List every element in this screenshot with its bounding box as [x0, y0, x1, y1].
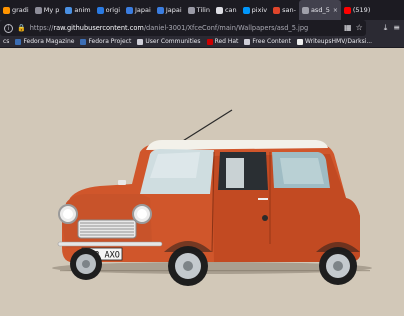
tab-favicon-icon	[343, 6, 351, 14]
toolbar-icons: ⤓ ≡	[384, 23, 400, 33]
tab-7[interactable]: can	[213, 0, 240, 20]
bookmark-label: Red Hat	[214, 38, 239, 45]
bookmark-item[interactable]: User Communities	[134, 38, 203, 45]
tab-2[interactable]: anim	[62, 0, 93, 20]
bookmark-item[interactable]: Red Hat	[204, 38, 242, 45]
url-actions: ▦ ☆	[344, 23, 363, 32]
tab-label: origi	[105, 6, 121, 14]
info-icon[interactable]: i	[4, 23, 13, 33]
lock-icon[interactable]: 🔒	[17, 24, 26, 32]
car-wallpaper-image: R12 AXO	[0, 48, 404, 316]
tab-11[interactable]: (519)	[341, 0, 373, 20]
bookmark-favicon-icon	[206, 38, 213, 45]
bookmark-item[interactable]: cs	[0, 38, 12, 45]
bookmark-star-icon[interactable]: ☆	[356, 23, 363, 32]
bookmark-label: Fedora Project	[88, 38, 132, 45]
tab-label: can	[224, 6, 237, 14]
navigation-toolbar: i 🔒 https://raw.githubusercontent.com/da…	[0, 20, 404, 36]
tab-label: gradi	[12, 6, 29, 14]
tab-8[interactable]: pixiv	[240, 0, 270, 20]
tab-favicon-icon	[3, 6, 10, 14]
tab-label: (519)	[352, 6, 371, 14]
tab-0[interactable]: gradi	[0, 0, 32, 20]
tab-label: pixiv	[251, 6, 268, 14]
tab-label: Japai	[165, 6, 182, 14]
tab-5[interactable]: Japai	[154, 0, 185, 20]
bookmark-item[interactable]: Free Content	[241, 38, 294, 45]
tab-label: My p	[43, 6, 60, 14]
tab-favicon-icon	[187, 6, 195, 14]
bookmark-item[interactable]: Fedora Magazine	[12, 38, 77, 45]
tab-label: san-	[282, 6, 296, 14]
qr-code-icon[interactable]: ▦	[344, 23, 352, 32]
bookmark-item[interactable]: Fedora Project	[77, 38, 134, 45]
tab-6[interactable]: Tilin	[185, 0, 213, 20]
tab-favicon-icon	[126, 6, 134, 14]
tab-9[interactable]: san-	[270, 0, 299, 20]
menu-icon[interactable]: ≡	[393, 23, 400, 33]
tab-4[interactable]: Japai	[123, 0, 154, 20]
tab-label: asd_5	[310, 6, 330, 14]
tab-favicon-icon	[215, 6, 223, 14]
tab-1[interactable]: My p	[32, 0, 63, 20]
tab-label: Tilin	[196, 6, 210, 14]
tab-3[interactable]: origi	[94, 0, 123, 20]
url-bar[interactable]: i 🔒 https://raw.githubusercontent.com/da…	[0, 20, 366, 36]
tab-favicon-icon	[34, 6, 42, 14]
tab-favicon-icon	[301, 6, 309, 14]
bookmark-favicon-icon	[15, 38, 22, 45]
bookmark-favicon-icon	[244, 38, 251, 45]
download-icon[interactable]: ⤓	[384, 23, 388, 33]
tab-favicon-icon	[273, 6, 281, 14]
bookmark-label: WriteupsHMV/Darksi...	[304, 38, 373, 45]
bookmark-label: User Communities	[145, 38, 201, 45]
tab-favicon-icon	[242, 6, 250, 14]
bookmark-favicon-icon	[296, 38, 303, 45]
url-path: /daniel-3001/XfceConf/main/Wallpapers/as…	[143, 24, 309, 32]
tab-label: anim	[74, 6, 91, 14]
bookmarks-toolbar: cs Fedora Magazine Fedora Project User Comm…	[0, 36, 404, 48]
tab-strip: gradi My p anim origi Japai Japai Tilin can pixi…	[0, 0, 404, 20]
image-viewport: R12 AXO	[0, 48, 404, 316]
url-text[interactable]: https://raw.githubusercontent.com/daniel…	[30, 24, 309, 32]
url-prefix: https://	[29, 24, 54, 32]
tab-label: Japai	[135, 6, 151, 14]
bookmark-label: cs	[3, 38, 10, 45]
tab-favicon-icon	[156, 6, 164, 14]
bookmark-favicon-icon	[137, 38, 144, 45]
tab-10[interactable]: asd_5 ×	[298, 0, 341, 20]
tab-favicon-icon	[65, 6, 73, 14]
tab-favicon-icon	[96, 6, 104, 14]
bookmark-label: Fedora Magazine	[23, 38, 75, 45]
bookmark-label: Free Content	[252, 38, 291, 45]
url-host: raw.githubusercontent.com	[53, 24, 144, 32]
tab-close-icon[interactable]: ×	[333, 7, 338, 14]
bookmark-favicon-icon	[80, 38, 87, 45]
bookmark-item[interactable]: WriteupsHMV/Darksi...	[294, 38, 375, 45]
